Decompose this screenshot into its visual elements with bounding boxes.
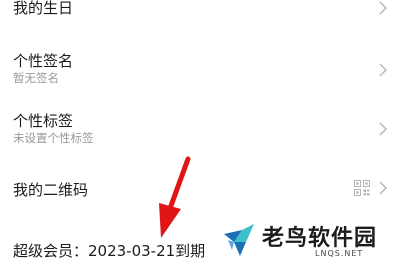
bird-logo-icon xyxy=(224,224,254,256)
watermark-url: LNQS.NET xyxy=(315,249,364,258)
watermark-name: 老鸟软件园 xyxy=(262,226,378,251)
watermark: 老鸟软件园 LNQS.NET xyxy=(222,214,397,264)
